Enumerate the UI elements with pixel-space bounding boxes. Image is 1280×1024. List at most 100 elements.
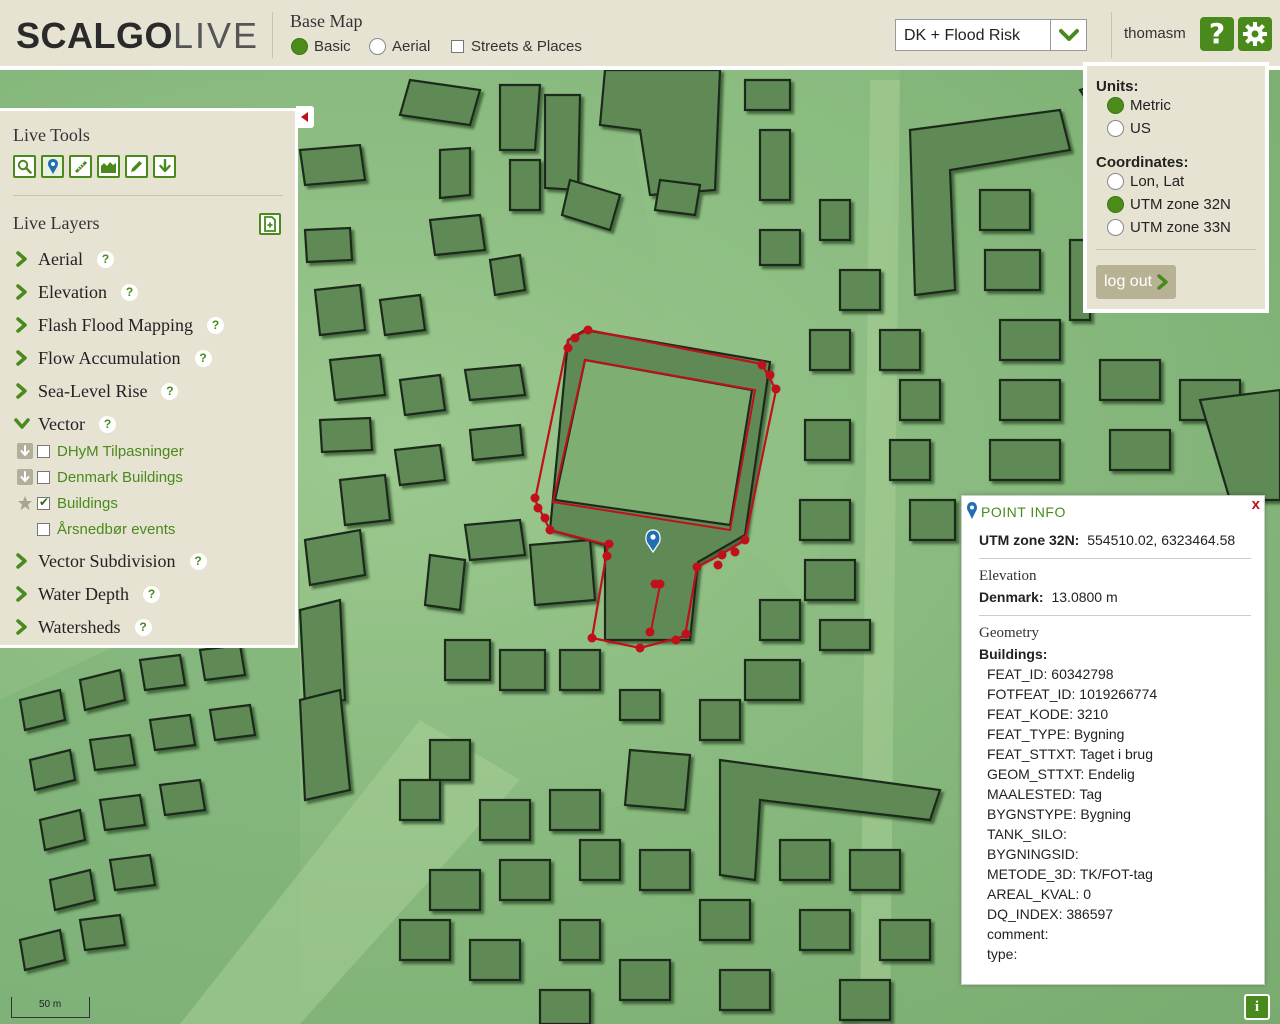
chevron-down-icon[interactable] <box>1050 20 1086 50</box>
sublayer-checkbox[interactable] <box>37 522 50 536</box>
live-layers-title: Live Layers <box>13 213 100 233</box>
sublayer-checkbox[interactable] <box>37 470 50 484</box>
help-icon[interactable]: ? <box>96 250 114 268</box>
tool-point-info-button[interactable] <box>41 155 64 178</box>
layer-elevation[interactable]: Elevation? <box>14 280 138 304</box>
attribute-row: GEOM_STTXT: Endelig <box>987 766 1135 782</box>
layer-name: Vector Subdivision <box>38 550 176 571</box>
gear-icon <box>1243 22 1267 46</box>
attribute-row: BYGNSTYPE: Bygning <box>987 806 1131 822</box>
help-icon[interactable]: ? <box>143 585 161 603</box>
checkbox-icon[interactable] <box>451 39 464 53</box>
radio-unselected-icon[interactable] <box>1107 120 1124 137</box>
coordinate-label: UTM zone 32N: <box>979 532 1080 548</box>
radio-unselected-icon[interactable] <box>1107 173 1124 190</box>
sublayer-name[interactable]: Buildings <box>57 495 118 512</box>
sublayer-3[interactable]: Årsnedbør events <box>17 519 175 539</box>
chevron-right-icon <box>1157 274 1168 290</box>
collapse-panel-button[interactable] <box>296 106 314 128</box>
pin-icon <box>967 502 977 519</box>
basemap-aerial-radio[interactable]: Aerial <box>369 36 430 56</box>
info-divider <box>979 615 1251 616</box>
scalgo-live-logo[interactable]: SCALGOLIVE <box>16 14 259 58</box>
settings-button[interactable] <box>1238 17 1272 51</box>
coords-utm33n-radio[interactable]: UTM zone 33N <box>1107 219 1231 236</box>
help-icon[interactable]: ? <box>189 552 207 570</box>
radio-selected-icon[interactable] <box>291 37 308 55</box>
geometry-section-title: Geometry <box>979 625 1039 641</box>
coords-utm32n-radio[interactable]: UTM zone 32N <box>1107 196 1231 213</box>
logout-button[interactable]: log out <box>1096 265 1176 299</box>
layer-vector[interactable]: Vector? <box>14 412 116 436</box>
sublayer-checkbox[interactable] <box>37 495 50 510</box>
layer-vector-subdivision[interactable]: Vector Subdivision? <box>14 549 207 573</box>
sublayer-0[interactable]: DHyM Tilpasninger <box>17 441 184 461</box>
radio-selected-icon[interactable] <box>1107 97 1124 114</box>
tool-download-button[interactable] <box>153 155 176 178</box>
dataset-select[interactable]: DK + Flood Risk <box>895 19 1087 51</box>
tool-edit-button[interactable] <box>125 155 148 178</box>
header-divider <box>272 12 273 58</box>
layer-flash-flood-mapping[interactable]: Flash Flood Mapping? <box>14 313 225 337</box>
username[interactable]: thomasm <box>1124 25 1186 42</box>
coordinates-heading: Coordinates: <box>1096 154 1189 171</box>
radio-unselected-icon[interactable] <box>369 37 386 55</box>
close-button[interactable]: x <box>1252 496 1260 513</box>
coords-lonlat-radio[interactable]: Lon, Lat <box>1107 173 1184 190</box>
layer-aerial[interactable]: Aerial? <box>14 247 114 271</box>
pencil-icon <box>131 161 142 172</box>
sublayer-name[interactable]: Årsnedbør events <box>57 521 175 538</box>
sublayer-icon[interactable] <box>17 521 33 537</box>
add-layer-button[interactable] <box>259 213 281 235</box>
info-button[interactable]: i <box>1244 994 1270 1020</box>
layer-water-depth[interactable]: Water Depth? <box>14 582 161 606</box>
help-icon[interactable]: ? <box>98 415 116 433</box>
units-us-radio[interactable]: US <box>1107 120 1151 137</box>
help-button[interactable]: ? <box>1200 17 1234 51</box>
logo-light-text: LIVE <box>173 15 260 56</box>
layer-name: Flash Flood Mapping <box>38 314 194 335</box>
point-info-title: POINT INFO <box>981 504 1066 520</box>
chevron-right-icon <box>16 251 27 267</box>
search-icon <box>17 159 32 174</box>
layer-watersheds[interactable]: Watersheds? <box>14 615 152 639</box>
attribute-row: comment: <box>987 926 1049 942</box>
radio-selected-icon[interactable] <box>1107 196 1124 213</box>
chevron-right-icon <box>16 383 27 399</box>
sublayer-2[interactable]: Buildings <box>17 493 118 513</box>
help-icon[interactable]: ? <box>134 618 152 636</box>
tool-profile-button[interactable] <box>97 155 120 178</box>
chevron-right-icon <box>16 317 27 333</box>
layer-flow-accumulation[interactable]: Flow Accumulation? <box>14 346 212 370</box>
elevation-section-title: Elevation <box>979 568 1037 584</box>
help-icon[interactable]: ? <box>161 382 179 400</box>
attribute-row: FEAT_ID: 60342798 <box>987 666 1114 682</box>
attribute-row: FEAT_KODE: 3210 <box>987 706 1109 722</box>
help-icon[interactable]: ? <box>207 316 225 334</box>
sublayer-icon[interactable] <box>17 469 33 485</box>
logout-label: log out <box>1104 273 1153 290</box>
help-icon[interactable]: ? <box>120 283 138 301</box>
tool-measure-button[interactable] <box>69 155 92 178</box>
sublayer-1[interactable]: Denmark Buildings <box>17 467 183 487</box>
sublayer-icon[interactable] <box>17 443 33 459</box>
sublayer-name[interactable]: DHyM Tilpasninger <box>57 443 184 460</box>
streets-places-checkbox[interactable]: Streets & Places <box>451 36 582 56</box>
basemap-basic-radio[interactable]: Basic <box>291 36 351 56</box>
tool-search-button[interactable] <box>13 155 36 178</box>
attribute-row: METODE_3D: TK/FOT-tag <box>987 866 1153 882</box>
layer-sea-level-rise[interactable]: Sea-Level Rise? <box>14 379 179 403</box>
download-icon <box>17 469 33 485</box>
coordinate-row: UTM zone 32N: 554510.02, 6323464.58 <box>979 532 1235 548</box>
sublayer-icon[interactable] <box>17 495 33 511</box>
left-panel: Live Tools Live Layers Aerial? Elevation?… <box>0 108 298 648</box>
radio-unselected-icon[interactable] <box>1107 219 1124 236</box>
coords-utm32n-label: UTM zone 32N <box>1130 196 1231 213</box>
sublayer-checkbox[interactable] <box>37 444 50 458</box>
help-icon[interactable]: ? <box>194 349 212 367</box>
attribute-row: FOTFEAT_ID: 1019266774 <box>987 686 1158 702</box>
sublayer-name[interactable]: Denmark Buildings <box>57 469 183 486</box>
units-metric-radio[interactable]: Metric <box>1107 97 1171 114</box>
point-info-popup: POINT INFO x UTM zone 32N: 554510.02, 63… <box>961 495 1265 985</box>
settings-divider <box>1096 249 1256 250</box>
